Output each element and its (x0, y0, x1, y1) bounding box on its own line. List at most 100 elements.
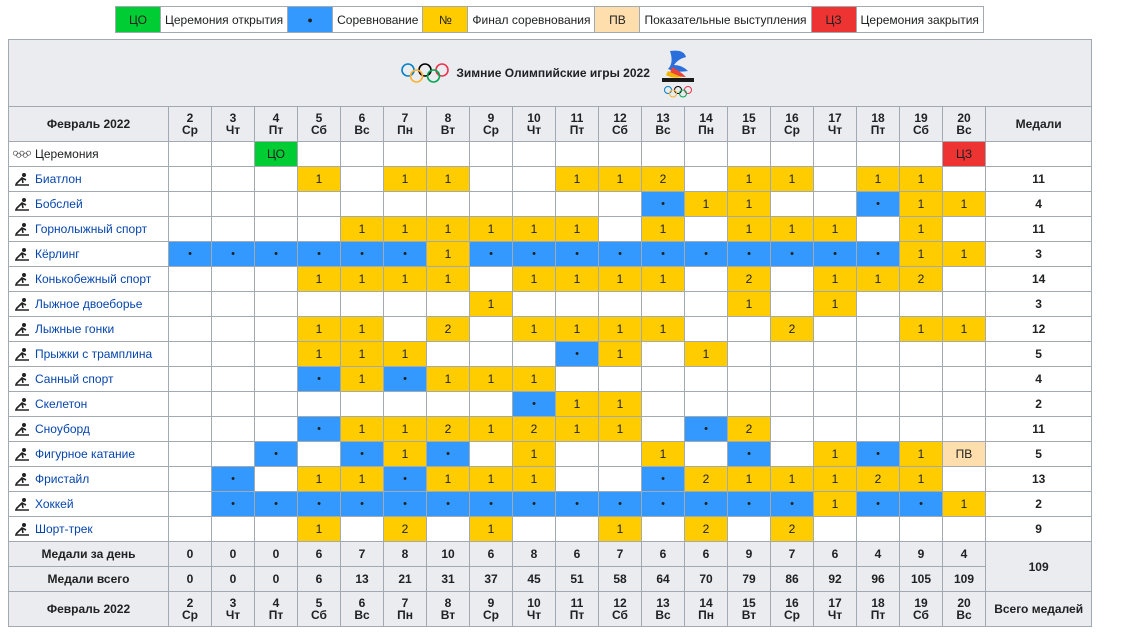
schedule-cell: • (856, 241, 900, 267)
sport-name-label[interactable]: Лыжные гонки (35, 322, 114, 336)
day-header: 6 Вс (340, 106, 384, 142)
total-medals-header: Всего медалей (984, 591, 1093, 627)
schedule-cell (856, 416, 900, 442)
medals-cumulative-value: 64 (641, 566, 685, 592)
sport-name[interactable]: Скелетон (8, 391, 169, 417)
grand-total-medals: 109 (984, 541, 1093, 592)
sport-name[interactable]: Фристайл (8, 466, 169, 492)
sport-name-label[interactable]: Лыжное двоеборье (35, 297, 142, 311)
schedule-cell: • (426, 441, 470, 467)
sport-name-label[interactable]: Биатлон (35, 172, 82, 186)
sport-name[interactable]: Конькобежный спорт (8, 266, 169, 292)
sport-name-ceremony: Церемония (8, 141, 169, 167)
sport-name-label[interactable]: Сноуборд (35, 422, 90, 436)
sport-name[interactable]: Сноуборд (8, 416, 169, 442)
schedule-cell: 2 (426, 316, 470, 342)
schedule-cell (641, 416, 685, 442)
sport-name-label[interactable]: Кёрлинг (35, 247, 80, 261)
closing-ceremony-cell: ЦЗ (942, 141, 986, 167)
schedule-cell (942, 391, 986, 417)
schedule-cell (684, 316, 728, 342)
sport-name-label[interactable]: Конькобежный спорт (35, 272, 151, 286)
schedule-cell (899, 391, 943, 417)
sport-name[interactable]: Санный спорт (8, 366, 169, 392)
schedule-cell (211, 216, 255, 242)
schedule-cell (684, 166, 728, 192)
sport-name[interactable]: Хоккей (8, 491, 169, 517)
schedule-cell (942, 216, 986, 242)
table-row: Шорт-трек 1 2 1 1 2 2 9 (8, 516, 1093, 542)
legend-label: Показательные выступления (640, 6, 812, 33)
sport-name[interactable]: Прыжки с трамплина (8, 341, 169, 367)
schedule-cell: • (727, 491, 771, 517)
schedule-cell: 1 (555, 416, 599, 442)
table-row: Фигурное катание • • 1 • 1 1 • 1 • 1 ПВ 5 (8, 441, 1093, 467)
cross-country-icon (15, 323, 29, 337)
day-weekday: Вт (741, 123, 757, 137)
sport-name-label[interactable]: Фристайл (35, 472, 89, 486)
day-header: 10 Чт (512, 591, 556, 627)
day-weekday: Вс (956, 123, 972, 137)
schedule-cell: 1 (641, 316, 685, 342)
sport-name-label[interactable]: Скелетон (35, 397, 87, 411)
day-header: 14 Пн (684, 591, 728, 627)
medals-total: 12 (984, 316, 1093, 342)
day-header: 6 Вс (340, 591, 384, 627)
table-row: Сноуборд • 1 1 2 1 2 1 1 • 2 11 (8, 416, 1093, 442)
sport-name-label[interactable]: Шорт-трек (35, 522, 93, 536)
schedule-cell (340, 141, 384, 167)
schedule-cell (383, 291, 427, 317)
table-row: Конькобежный спорт 1 1 1 1 1 1 1 1 2 1 1 2 14 (8, 266, 1093, 292)
sport-name[interactable]: Фигурное катание (8, 441, 169, 467)
sport-name-label[interactable]: Горнолыжный спорт (35, 222, 147, 236)
sport-name[interactable]: Горнолыжный спорт (8, 216, 169, 242)
sport-name-label[interactable]: Санный спорт (35, 372, 113, 386)
sport-name-label[interactable]: Фигурное катание (35, 447, 135, 461)
schedule-cell (383, 191, 427, 217)
schedule-cell: • (641, 466, 685, 492)
medals-cumulative-value: 92 (813, 566, 857, 592)
table-title: Зимние Олимпийские игры 2022 (456, 66, 650, 80)
schedule-cell (727, 391, 771, 417)
medals-per-day-value: 0 (254, 541, 298, 567)
sport-name-label[interactable]: Хоккей (35, 497, 74, 511)
schedule-cell: 1 (727, 291, 771, 317)
sport-name[interactable]: Лыжное двоеборье (8, 291, 169, 317)
medals-cumulative-value: 58 (598, 566, 642, 592)
sport-name-label[interactable]: Прыжки с трамплина (35, 347, 152, 361)
schedule-cell: • (512, 491, 556, 517)
sport-name[interactable]: Биатлон (8, 166, 169, 192)
medals-cumulative-value: 109 (942, 566, 986, 592)
schedule-cell: 1 (426, 466, 470, 492)
sport-name-label[interactable]: Бобслей (35, 197, 83, 211)
schedule-cell: 1 (426, 266, 470, 292)
day-weekday: Сб (913, 608, 929, 622)
day-weekday: Вт (440, 608, 456, 622)
schedule-cell (340, 516, 384, 542)
medals-cumulative-value: 6 (297, 566, 341, 592)
table-row: Лыжное двоеборье 1 1 1 3 (8, 291, 1093, 317)
schedule-cell (426, 191, 470, 217)
schedule-cell: 1 (469, 291, 513, 317)
sport-name[interactable]: Лыжные гонки (8, 316, 169, 342)
schedule-cell (168, 191, 212, 217)
medals-cumulative-value: 45 (512, 566, 556, 592)
schedule-cell (598, 366, 642, 392)
day-weekday: Вс (655, 123, 671, 137)
schedule-cell: • (383, 366, 427, 392)
day-header: 11 Пт (555, 106, 599, 142)
schedule-cell: 1 (555, 266, 599, 292)
sport-name[interactable]: Шорт-трек (8, 516, 169, 542)
sport-name[interactable]: Бобслей (8, 191, 169, 217)
sport-name[interactable]: Кёрлинг (8, 241, 169, 267)
schedule-cell: • (641, 241, 685, 267)
schedule-cell (641, 391, 685, 417)
schedule-cell: 1 (555, 166, 599, 192)
day-weekday: Ср (182, 608, 198, 622)
schedule-cell: 1 (727, 191, 771, 217)
day-header: 20 Вс (942, 106, 986, 142)
schedule-cell (254, 191, 298, 217)
schedule-cell: • (899, 491, 943, 517)
legend-label: Церемония открытия (161, 6, 289, 33)
schedule-cell: 1 (469, 466, 513, 492)
